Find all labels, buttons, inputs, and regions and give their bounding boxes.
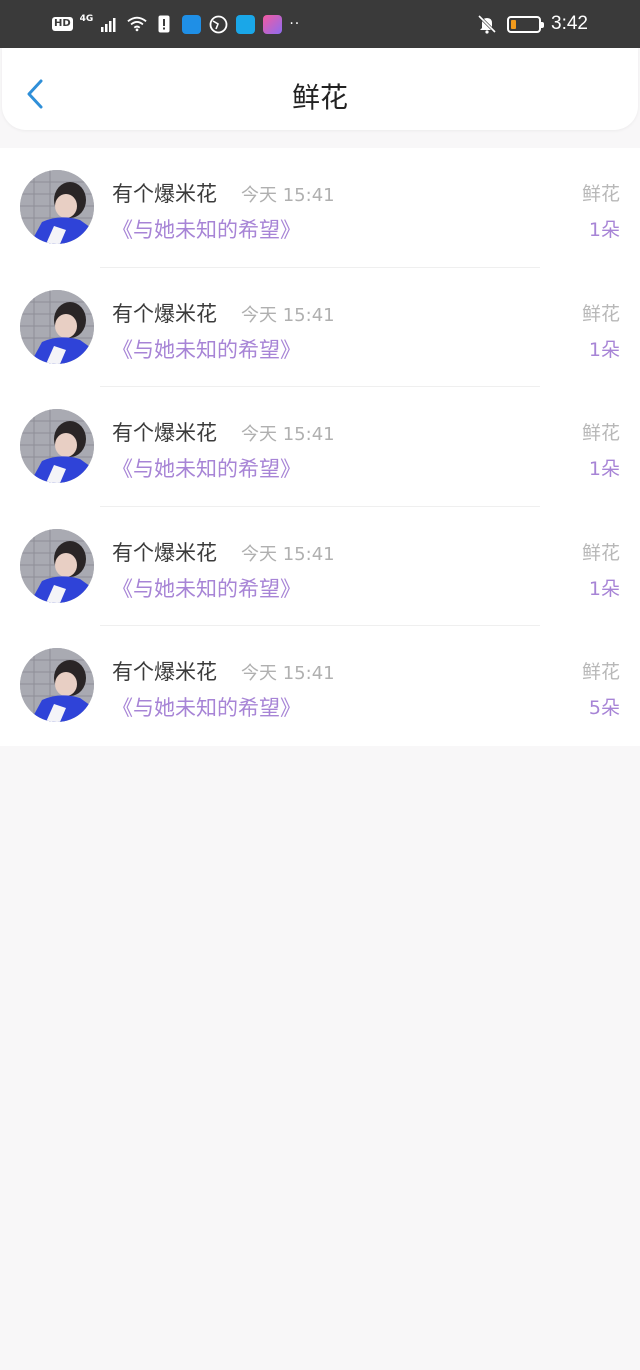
battery-fill <box>511 19 517 29</box>
gift-type: 鲜花 <box>581 661 620 684</box>
cloud-app-icon <box>181 14 201 34</box>
gift-type: 鲜花 <box>581 302 620 325</box>
list-item[interactable]: 有个爆米花 今天 15:41 《与她未知的希望》 鲜花 1朵 <box>0 507 640 627</box>
timestamp: 今天 15:41 <box>241 304 335 326</box>
avatar[interactable] <box>20 648 94 723</box>
book-title-link[interactable]: 《与她未知的希望》 <box>112 334 301 364</box>
status-bar-right: 3:42 <box>477 10 588 38</box>
hd-badge: HD <box>52 17 73 31</box>
battery-nub <box>541 21 545 28</box>
gift-count: 1朵 <box>588 577 620 600</box>
mute-bell-icon <box>477 14 497 34</box>
username[interactable]: 有个爆米花 <box>112 298 217 328</box>
gift-type: 鲜花 <box>581 541 620 564</box>
search-app-icon <box>235 14 255 34</box>
status-bar-left: HD 4G ·· <box>52 12 300 36</box>
signal-icon <box>100 14 120 34</box>
username[interactable]: 有个爆米花 <box>112 178 217 208</box>
book-title-link[interactable]: 《与她未知的希望》 <box>112 453 301 483</box>
header-bar: 鲜花 <box>2 48 638 130</box>
list-item[interactable]: 有个爆米花 今天 15:41 《与她未知的希望》 鲜花 1朵 <box>0 387 640 507</box>
sim-alert-icon <box>154 14 174 34</box>
username[interactable]: 有个爆米花 <box>112 537 217 567</box>
wifi-icon <box>127 14 147 34</box>
status-time: 3:42 <box>551 13 588 34</box>
gift-count: 1朵 <box>588 338 620 361</box>
avatar[interactable] <box>20 409 94 484</box>
gift-count: 1朵 <box>588 458 620 481</box>
more-icon: ·· <box>289 16 301 32</box>
flower-gift-list: 有个爆米花 今天 15:41 《与她未知的希望》 鲜花 1朵 有个爆米花 今天 … <box>0 148 640 746</box>
timestamp: 今天 15:41 <box>241 543 335 565</box>
book-title-link[interactable]: 《与她未知的希望》 <box>112 573 301 603</box>
page-title: 鲜花 <box>291 81 348 114</box>
timestamp: 今天 15:41 <box>241 663 335 685</box>
gift-type: 鲜花 <box>581 422 620 445</box>
timestamp: 今天 15:41 <box>241 185 335 206</box>
book-title-link[interactable]: 《与她未知的希望》 <box>112 214 301 244</box>
list-item[interactable]: 有个爆米花 今天 15:41 《与她未知的希望》 鲜花 1朵 <box>0 148 640 268</box>
username[interactable]: 有个爆米花 <box>112 656 217 686</box>
battery-icon <box>507 15 545 33</box>
timestamp: 今天 15:41 <box>241 424 335 446</box>
avatar[interactable] <box>20 289 94 364</box>
list-item[interactable]: 有个爆米花 今天 15:41 《与她未知的希望》 鲜花 5朵 <box>0 626 640 746</box>
list-item[interactable]: 有个爆米花 今天 15:41 《与她未知的希望》 鲜花 1朵 <box>0 268 640 388</box>
status-bar: HD 4G ·· 3:42 <box>0 0 640 48</box>
username[interactable]: 有个爆米花 <box>112 417 217 447</box>
avatar[interactable] <box>20 170 94 244</box>
browser-icon <box>208 14 228 34</box>
book-title-link[interactable]: 《与她未知的希望》 <box>112 692 301 722</box>
avatar[interactable] <box>20 528 94 603</box>
reader-app-icon <box>262 14 282 34</box>
gift-count: 1朵 <box>588 219 620 241</box>
network-type: 4G <box>79 14 94 24</box>
gift-type: 鲜花 <box>581 183 620 205</box>
gift-count: 5朵 <box>588 697 620 720</box>
